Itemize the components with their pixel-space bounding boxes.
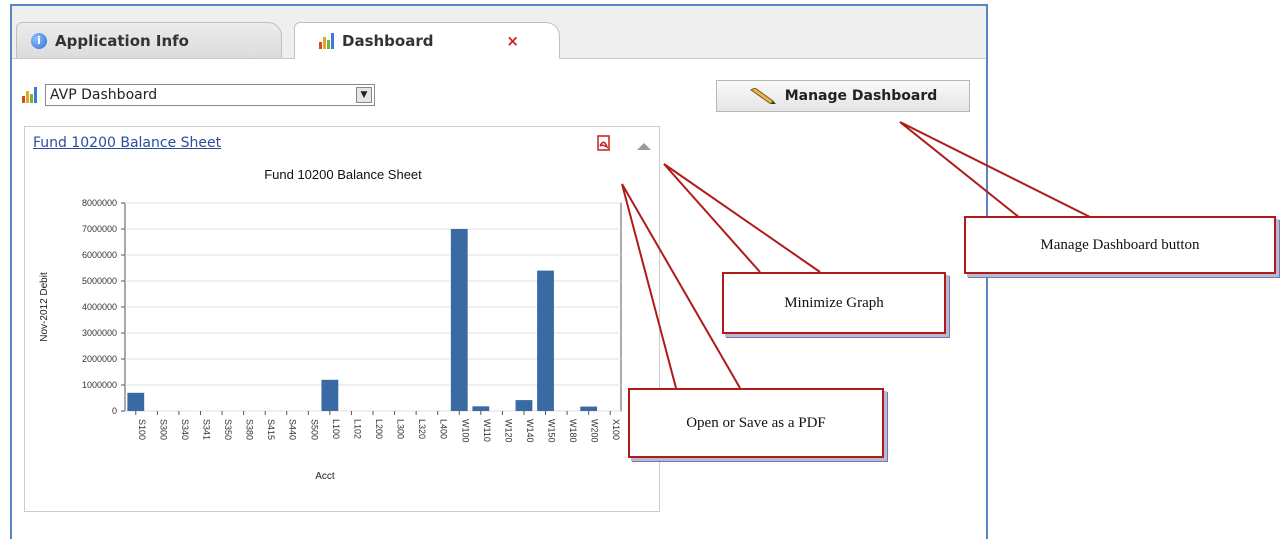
x-tick-label: S415 (266, 419, 276, 440)
close-icon[interactable]: × (506, 32, 519, 50)
chevron-down-icon[interactable]: ▼ (356, 87, 372, 103)
y-tick-label: 4000000 (82, 302, 117, 312)
x-tick-label: S380 (245, 419, 255, 440)
dashboard-select-value: AVP Dashboard (50, 87, 158, 103)
y-tick-label: 2000000 (82, 354, 117, 364)
y-tick-label: 0 (112, 406, 117, 416)
x-tick-label: W180 (568, 419, 578, 443)
callout-text: Minimize Graph (784, 294, 884, 311)
x-tick-label: W200 (590, 419, 600, 443)
x-tick-label: S300 (158, 419, 168, 440)
x-tick-label: L400 (439, 419, 449, 439)
info-icon: i (31, 33, 47, 49)
y-tick-label: 7000000 (82, 224, 117, 234)
x-tick-label: W110 (482, 419, 492, 442)
callout-manage-dashboard: Manage Dashboard button (964, 216, 1276, 274)
x-tick-label: S500 (309, 419, 319, 440)
x-tick-label: S440 (288, 419, 298, 440)
bar (127, 392, 145, 411)
x-tick-label: L300 (396, 419, 406, 439)
x-tick-label: L200 (374, 419, 384, 439)
tab-label: Dashboard (342, 31, 434, 50)
x-tick-label: W150 (547, 419, 557, 443)
bar (515, 400, 533, 411)
y-tick-label: 3000000 (82, 328, 117, 338)
dashboard-selector-row: AVP Dashboard ▼ (22, 84, 375, 106)
y-axis-label: Nov-2012 Debit (39, 272, 50, 342)
dashboard-select[interactable]: AVP Dashboard ▼ (45, 84, 375, 106)
bar (472, 406, 490, 411)
x-tick-label: S340 (180, 419, 190, 440)
chart-panel: Fund 10200 Balance Sheet Fund 10200 Bala… (24, 126, 660, 512)
manage-dashboard-label: Manage Dashboard (784, 88, 938, 104)
tab-dashboard[interactable]: Dashboard × (294, 22, 560, 59)
bar-chart-icon (22, 87, 37, 103)
y-tick-label: 5000000 (82, 276, 117, 286)
bar (321, 379, 339, 411)
bar-chart: Fund 10200 Balance Sheet 0 1000000 2000000 3… (39, 167, 622, 482)
bar (537, 270, 554, 411)
manage-dashboard-button[interactable]: Manage Dashboard (716, 80, 970, 112)
bar (580, 406, 598, 411)
callout-text: Open or Save as a PDF (686, 414, 826, 431)
pencil-icon (749, 88, 776, 104)
x-tick-label: S100 (137, 419, 147, 440)
x-tick-label: L100 (331, 419, 341, 439)
chart-title: Fund 10200 Balance Sheet (264, 167, 422, 182)
y-tick-label: 8000000 (82, 198, 117, 208)
callout-text: Manage Dashboard button (1040, 236, 1200, 253)
x-tick-label: W120 (503, 419, 513, 443)
x-tick-label: S350 (223, 419, 233, 440)
x-tick-label: W100 (460, 419, 470, 443)
callout-pdf: Open or Save as a PDF (628, 388, 884, 458)
bar (450, 229, 468, 411)
y-tick-label: 6000000 (82, 250, 117, 260)
y-tick-label: 1000000 (82, 380, 117, 390)
x-tick-label: S341 (201, 419, 211, 440)
x-tick-label: W140 (525, 419, 535, 443)
x-tick-label: L320 (417, 419, 427, 439)
x-tick-label: X100 (611, 419, 621, 440)
x-axis-label: Acct (315, 471, 335, 482)
tab-application-info[interactable]: i Application Info (16, 22, 282, 58)
x-tick-label: L102 (352, 419, 362, 439)
bar-chart-icon (319, 32, 334, 49)
tab-label: Application Info (55, 31, 189, 50)
callout-minimize-graph: Minimize Graph (722, 272, 946, 334)
